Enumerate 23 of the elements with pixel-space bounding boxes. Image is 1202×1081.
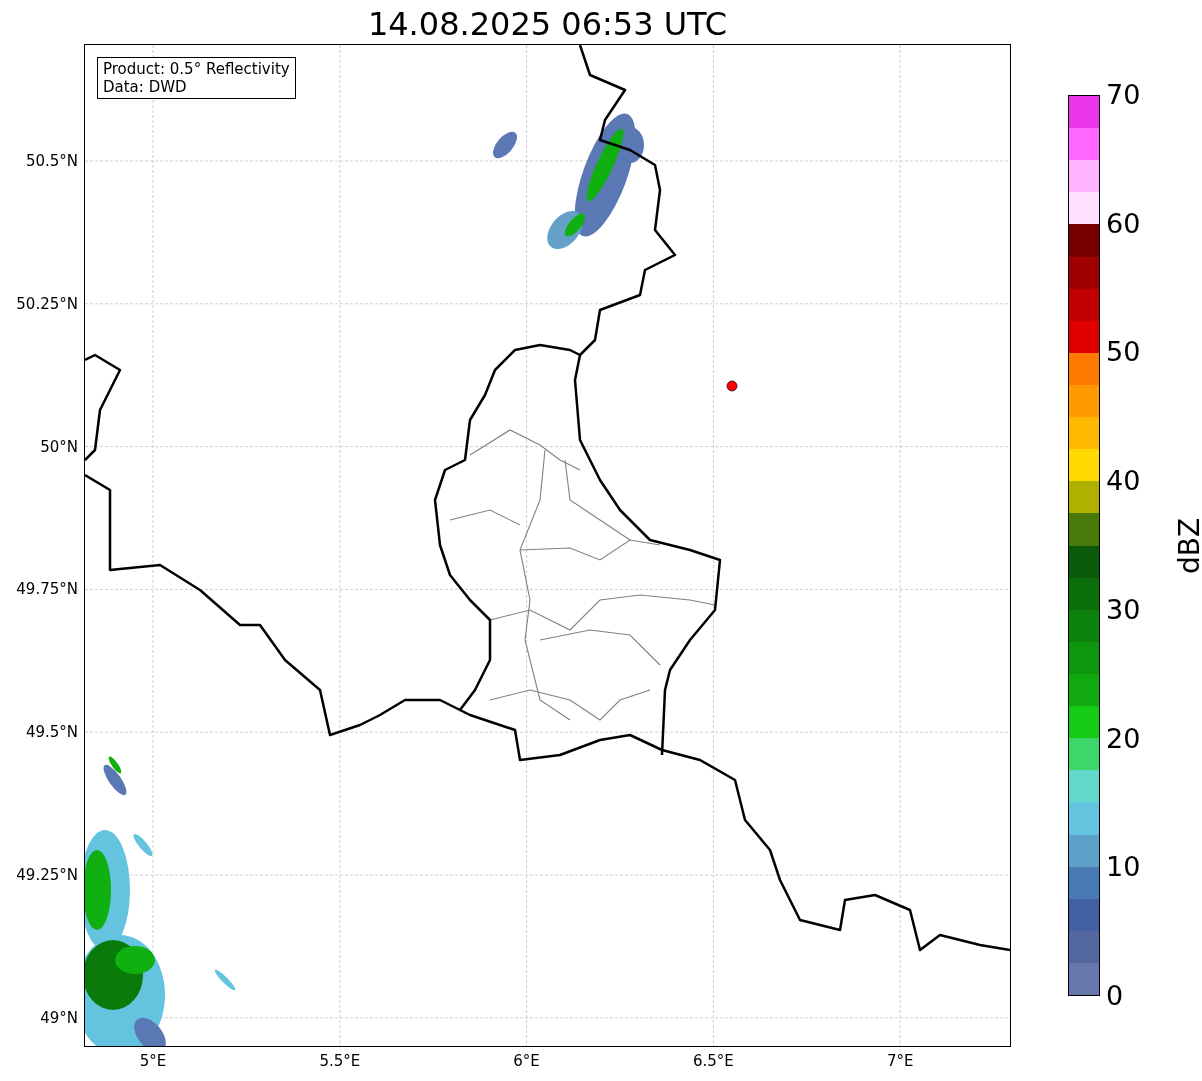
axis-tick-label: 5°E (139, 1052, 167, 1070)
axis-tick-label: 50.25°N (16, 294, 78, 313)
axis-tick-label: 50.5°N (25, 152, 78, 170)
colorbar-tick-label: 0 (1106, 981, 1124, 1011)
colorbar-tick-label: 30 (1106, 594, 1141, 625)
axis-tick-label: 49.5°N (25, 723, 78, 742)
colorbar-tick-label: 70 (1106, 80, 1141, 110)
plot-title: 14.08.2025 06:53 UTC (366, 4, 729, 44)
info-box: Product: 0.5° Reflectivity Data: DWD (97, 57, 296, 99)
colorbar-tick-label: 50 (1106, 337, 1141, 368)
colorbar-label: dBZ (1174, 517, 1202, 575)
axis-tick-label: 49.75°N (16, 580, 78, 599)
axis-tick-label: 6°E (513, 1052, 540, 1070)
axis-tick-label: 5.5°E (319, 1052, 361, 1070)
colorbar-tick-label: 60 (1106, 208, 1141, 239)
axis-tick-label: 7°E (886, 1052, 914, 1070)
colorbar-tick-label: 10 (1106, 852, 1141, 883)
colorbar-tick-label: 20 (1106, 723, 1141, 754)
axis-tick-label: 50°N (40, 437, 78, 456)
colorbar-tick-label: 40 (1106, 466, 1141, 497)
axis-tick-label: 49.25°N (16, 866, 78, 884)
axis-tick-label: 6.5°E (692, 1052, 734, 1070)
axis-tick-label: 49°N (40, 1008, 78, 1027)
